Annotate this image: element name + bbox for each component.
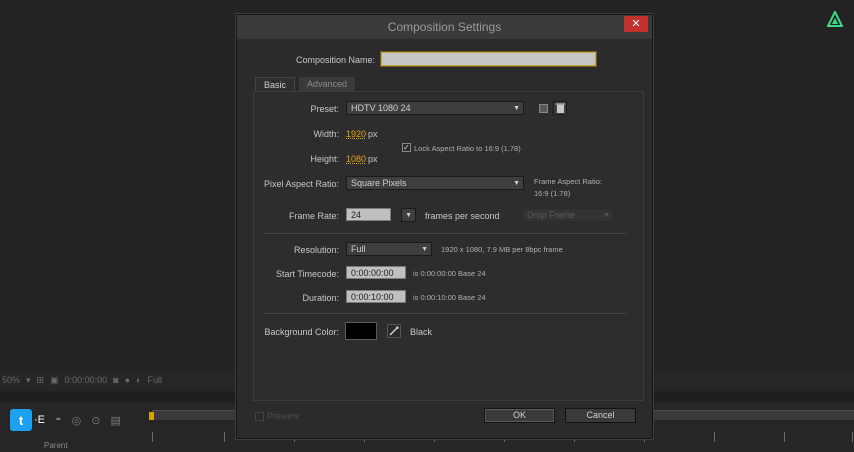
chevron-down-icon: ▼ bbox=[603, 212, 610, 219]
background-color-label: Background Color: bbox=[264, 327, 339, 337]
graph-editor-icon[interactable]: ⊙ bbox=[91, 414, 100, 427]
drop-frame-dropdown: Drop Frame ▼ bbox=[522, 208, 614, 222]
trash-icon bbox=[555, 103, 565, 113]
twitter-icon[interactable]: t bbox=[10, 409, 32, 431]
preset-dropdown[interactable]: HDTV 1080 24 ▼ bbox=[346, 101, 524, 115]
timeline-tools: t ·E ◓ ◎ ⊙ ▤ bbox=[0, 408, 150, 432]
dialog-title: Composition Settings bbox=[387, 20, 502, 34]
frame-blend-icon[interactable]: ▤ bbox=[110, 414, 120, 427]
lock-aspect-label: Lock Aspect Ratio to 16:9 (1.78) bbox=[414, 144, 521, 153]
duration-info: is 0:00:10:00 Base 24 bbox=[413, 293, 486, 302]
width-unit: px bbox=[368, 129, 378, 139]
parent-column-label: Parent bbox=[44, 441, 68, 450]
shy-icon[interactable]: ◓ bbox=[55, 414, 62, 426]
show-snapshot-icon[interactable]: ◐ bbox=[136, 375, 141, 385]
background-color-swatch[interactable] bbox=[345, 322, 377, 340]
chevron-down-icon: ▼ bbox=[421, 246, 428, 253]
tab-basic[interactable]: Basic bbox=[255, 77, 296, 91]
section-divider bbox=[263, 233, 627, 234]
save-preset-icon bbox=[538, 103, 548, 113]
duration-field[interactable]: 0:00:10:00 bbox=[346, 290, 406, 303]
checkmark-icon: ✓ bbox=[403, 143, 410, 152]
chevron-down-icon: ▼ bbox=[513, 180, 520, 187]
close-button[interactable]: ✕ bbox=[624, 16, 648, 32]
motion-blur-icon[interactable]: ◎ bbox=[72, 414, 82, 427]
resolution-value[interactable]: Full bbox=[147, 375, 162, 385]
preset-label: Preset: bbox=[310, 104, 339, 114]
pixel-aspect-value: Square Pixels bbox=[351, 178, 407, 188]
eyedropper-button[interactable] bbox=[387, 324, 401, 338]
frame-rate-unit: frames per second bbox=[425, 211, 500, 221]
height-label: Height: bbox=[310, 154, 339, 164]
start-timecode-info: is 0:00:00:00 Base 24 bbox=[413, 269, 486, 278]
start-timecode-field[interactable]: 0:00:00:00 bbox=[346, 266, 406, 279]
section-divider bbox=[263, 313, 627, 314]
playhead-marker[interactable] bbox=[149, 412, 154, 420]
pixel-aspect-dropdown[interactable]: Square Pixels ▼ bbox=[346, 176, 524, 190]
pixel-aspect-label: Pixel Aspect Ratio: bbox=[263, 179, 339, 189]
preset-value: HDTV 1080 24 bbox=[351, 103, 411, 113]
lock-aspect-checkbox[interactable]: ✓ bbox=[402, 143, 411, 152]
frame-rate-field[interactable]: 24 bbox=[346, 208, 391, 221]
start-timecode-label: Start Timecode: bbox=[275, 269, 339, 279]
close-icon: ✕ bbox=[631, 18, 641, 30]
background-color-name: Black bbox=[410, 327, 433, 337]
frame-rate-label: Frame Rate: bbox=[288, 211, 339, 221]
dialog-titlebar[interactable]: Composition Settings ✕ bbox=[237, 15, 652, 39]
delete-preset-button[interactable] bbox=[553, 101, 567, 115]
frame-aspect-value: 16:9 (1.78) bbox=[534, 189, 571, 198]
partial-text: ·E bbox=[34, 414, 45, 426]
eyedropper-icon bbox=[389, 326, 399, 336]
width-value[interactable]: 1920 bbox=[346, 129, 366, 139]
color-channels-icon[interactable]: ● bbox=[125, 375, 130, 385]
frame-rate-dropdown[interactable]: ▼ bbox=[401, 208, 416, 222]
chevron-down-icon: ▼ bbox=[405, 212, 412, 219]
zoom-level[interactable]: 50% bbox=[2, 375, 20, 385]
height-value[interactable]: 1080 bbox=[346, 154, 366, 164]
drop-frame-value: Drop Frame bbox=[527, 210, 576, 220]
resolution-value: Full bbox=[351, 244, 366, 254]
preview-label: Preview bbox=[267, 411, 300, 421]
height-unit: px bbox=[368, 154, 378, 164]
width-label: Width: bbox=[313, 129, 339, 139]
frame-aspect-label: Frame Aspect Ratio: bbox=[534, 177, 602, 186]
save-preset-button[interactable] bbox=[536, 101, 550, 115]
region-icon[interactable]: ▣ bbox=[50, 375, 59, 386]
preview-checkbox[interactable] bbox=[255, 412, 264, 421]
resolution-info: 1920 x 1080, 7.9 MB per 8bpc frame bbox=[441, 245, 563, 254]
resolution-dropdown[interactable]: Full ▼ bbox=[346, 242, 432, 256]
app-logo-icon bbox=[827, 11, 843, 27]
grid-icon[interactable]: ⊞ bbox=[37, 375, 45, 386]
camera-icon[interactable]: ◙ bbox=[113, 375, 118, 385]
composition-name-label: Composition Name: bbox=[295, 55, 375, 65]
ok-button[interactable]: OK bbox=[484, 408, 555, 423]
resolution-label: Resolution: bbox=[293, 245, 339, 255]
viewer-timecode[interactable]: 0:00:00:00 bbox=[65, 375, 108, 385]
cancel-button[interactable]: Cancel bbox=[565, 408, 636, 423]
composition-name-field[interactable] bbox=[381, 52, 596, 66]
composition-settings-dialog: Composition Settings ✕ Composition Name:… bbox=[236, 14, 653, 439]
chevron-down-icon: ▼ bbox=[513, 105, 520, 112]
tab-advanced[interactable]: Advanced bbox=[299, 77, 356, 91]
chevron-down-icon[interactable]: ▾ bbox=[26, 375, 31, 386]
duration-label: Duration: bbox=[302, 293, 339, 303]
